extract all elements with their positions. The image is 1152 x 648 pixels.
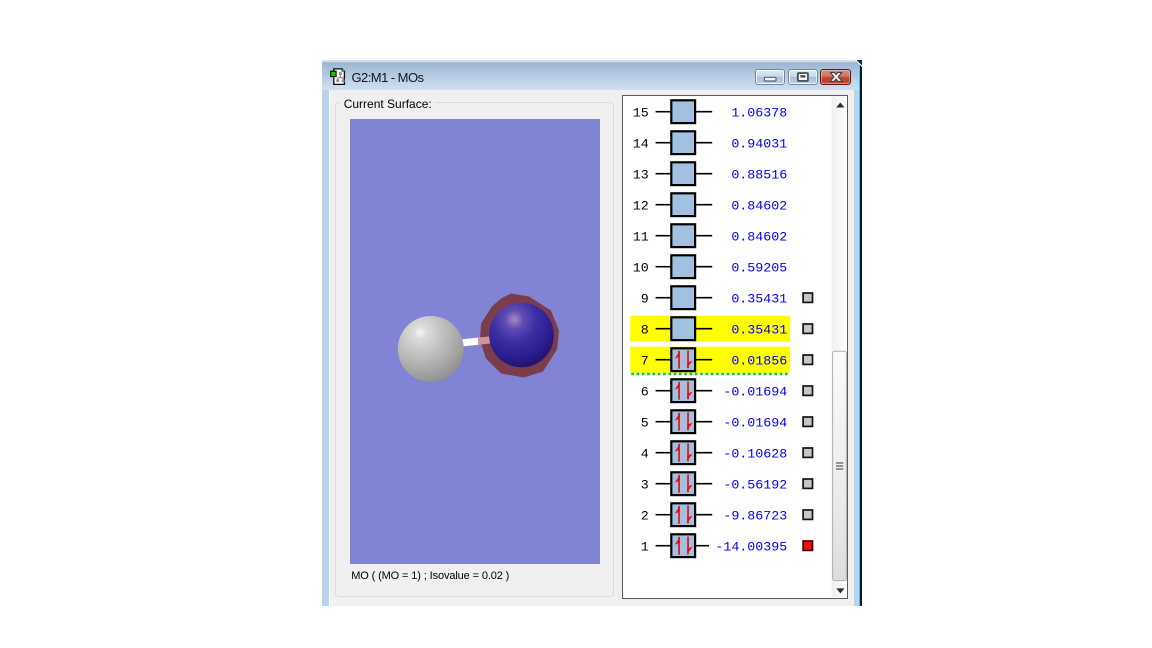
svg-text:0.59205: 0.59205 — [731, 260, 787, 275]
svg-text:3: 3 — [641, 477, 649, 492]
svg-text:1.06378: 1.06378 — [731, 105, 787, 120]
svg-text:-9.86723: -9.86723 — [723, 508, 787, 523]
svg-text:2: 2 — [641, 508, 649, 523]
svg-text:13: 13 — [633, 167, 649, 182]
svg-text:9: 9 — [641, 291, 649, 306]
svg-text:8: 8 — [641, 322, 649, 337]
svg-text:-0.01694: -0.01694 — [723, 415, 787, 430]
svg-text:1: 1 — [641, 539, 649, 554]
svg-text:0.35431: 0.35431 — [731, 322, 787, 337]
svg-text:-0.10628: -0.10628 — [723, 446, 787, 461]
svg-text:-0.56192: -0.56192 — [723, 477, 787, 492]
svg-text:0.84602: 0.84602 — [731, 198, 787, 213]
svg-text:5: 5 — [641, 415, 649, 430]
svg-text:0.35431: 0.35431 — [731, 291, 787, 306]
svg-text:15: 15 — [633, 105, 649, 120]
svg-text:14: 14 — [633, 136, 649, 151]
svg-text:0.88516: 0.88516 — [731, 167, 787, 182]
svg-text:0.94031: 0.94031 — [731, 136, 787, 151]
svg-text:0.84602: 0.84602 — [731, 229, 787, 244]
svg-text:12: 12 — [633, 198, 649, 213]
svg-text:6: 6 — [641, 384, 649, 399]
svg-text:11: 11 — [633, 229, 649, 244]
svg-text:0.01856: 0.01856 — [731, 353, 787, 368]
svg-text:-0.01694: -0.01694 — [723, 384, 787, 399]
svg-text:7: 7 — [641, 353, 649, 368]
svg-text:-14.00395: -14.00395 — [715, 539, 787, 554]
svg-text:10: 10 — [633, 260, 649, 275]
svg-text:4: 4 — [641, 446, 649, 461]
